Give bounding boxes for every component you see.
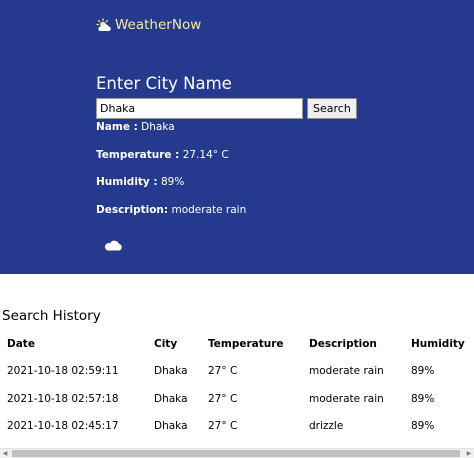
history-table: Date City Temperature Description Humidi… bbox=[0, 330, 474, 440]
cloud-sun-icon bbox=[96, 18, 112, 32]
name-value: Dhaka bbox=[141, 121, 175, 133]
city-input[interactable] bbox=[96, 98, 303, 119]
cell-city: Dhaka bbox=[154, 365, 188, 378]
cell-date: 2021-10-18 02:57:18 bbox=[7, 392, 119, 405]
column-header-humidity: Humidity bbox=[411, 337, 465, 350]
cell-description: moderate rain bbox=[309, 365, 384, 378]
description-value: moderate rain bbox=[171, 204, 247, 216]
description-label: Description: bbox=[96, 204, 169, 216]
search-form: Search bbox=[96, 98, 357, 119]
history-title: Search History bbox=[2, 308, 101, 324]
cell-city: Dhaka bbox=[154, 392, 188, 405]
cell-humidity: 89% bbox=[411, 365, 435, 378]
result-description: Description: moderate rain bbox=[96, 204, 246, 216]
weather-panel: WeatherNow Enter City Name Search Name :… bbox=[0, 0, 474, 274]
column-header-city: City bbox=[154, 337, 178, 350]
result-humidity: Humidity : 89% bbox=[96, 176, 184, 188]
city-title: Enter City Name bbox=[96, 74, 232, 93]
scroll-left-icon[interactable]: ◀ bbox=[0, 449, 10, 458]
column-header-description: Description bbox=[309, 337, 377, 350]
history-header-row: Date City Temperature Description Humidi… bbox=[0, 330, 474, 358]
cell-city: Dhaka bbox=[154, 420, 188, 433]
column-header-date: Date bbox=[7, 337, 35, 350]
table-row: 2021-10-18 02:59:11 Dhaka 27° C moderate… bbox=[0, 358, 474, 386]
table-row: 2021-10-18 02:45:17 Dhaka 27° C drizzle … bbox=[0, 413, 474, 441]
search-button[interactable]: Search bbox=[307, 98, 357, 119]
cloud-icon bbox=[104, 236, 123, 255]
cell-temperature: 27° C bbox=[208, 365, 238, 378]
temperature-label: Temperature : bbox=[96, 149, 180, 161]
cell-description: drizzle bbox=[309, 420, 344, 433]
cell-temperature: 27° C bbox=[208, 420, 238, 433]
scrollbar-thumb[interactable] bbox=[12, 450, 460, 457]
brand[interactable]: WeatherNow bbox=[96, 15, 201, 35]
result-temperature: Temperature : 27.14° C bbox=[96, 149, 229, 161]
cell-temperature: 27° C bbox=[208, 392, 238, 405]
scroll-right-icon[interactable]: ▶ bbox=[464, 449, 474, 458]
cell-date: 2021-10-18 02:59:11 bbox=[7, 365, 119, 378]
result-name: Name : Dhaka bbox=[96, 121, 175, 133]
cell-humidity: 89% bbox=[411, 392, 435, 405]
humidity-value: 89% bbox=[160, 176, 185, 188]
column-header-temperature: Temperature bbox=[208, 337, 284, 350]
cell-description: moderate rain bbox=[309, 392, 384, 405]
horizontal-scrollbar[interactable]: ◀ ▶ bbox=[0, 448, 474, 458]
cell-date: 2021-10-18 02:45:17 bbox=[7, 420, 119, 433]
name-label: Name : bbox=[96, 121, 138, 133]
temperature-value: 27.14° C bbox=[182, 149, 229, 161]
table-row: 2021-10-18 02:57:18 Dhaka 27° C moderate… bbox=[0, 385, 474, 413]
brand-name: WeatherNow bbox=[115, 17, 202, 33]
humidity-label: Humidity : bbox=[96, 176, 158, 188]
cell-humidity: 89% bbox=[411, 420, 435, 433]
